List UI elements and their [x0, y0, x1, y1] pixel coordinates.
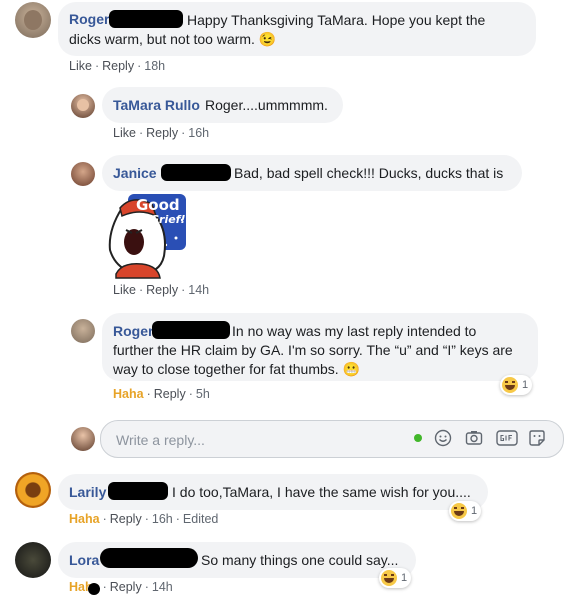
comment-actions-roger-2: Haha · Reply · 5h	[113, 387, 210, 401]
reaction-count: 1	[522, 379, 529, 391]
redacted-block	[108, 482, 168, 500]
reaction-count: 1	[401, 572, 408, 584]
redacted-block	[152, 321, 230, 339]
comment-text-janice: Bad, bad spell check!!! Ducks, ducks tha…	[234, 165, 504, 181]
timestamp[interactable]: 16h	[152, 512, 173, 526]
reply-link[interactable]: Reply	[102, 59, 134, 73]
timestamp[interactable]: 16h	[188, 126, 209, 140]
avatar-roger-2[interactable]	[71, 319, 95, 343]
comment-text-larily: I do too,TaMara, I have the same wish fo…	[172, 484, 471, 500]
author-name-janice[interactable]: Janice	[113, 164, 157, 182]
reaction-count-badge[interactable]: 1	[449, 501, 482, 521]
author-name-roger-2[interactable]: Roger	[113, 322, 153, 340]
timestamp[interactable]: 18h	[144, 59, 165, 73]
online-dot-icon	[414, 434, 422, 442]
like-link[interactable]: Like	[113, 283, 136, 297]
haha-link[interactable]: Haha	[69, 512, 100, 526]
comment-text-roger-2-line1: In no way was my last reply intended to	[232, 323, 477, 339]
comment-text-tamara: Roger....ummmmm.	[205, 97, 328, 113]
gif-icon[interactable]	[496, 429, 518, 447]
author-name-tamara[interactable]: TaMara Rullo	[113, 96, 200, 114]
comment-text-roger-2-line2: further the HR claim by GA. I'm so sorry…	[113, 342, 513, 358]
redacted-dot	[88, 583, 100, 595]
author-name-lora[interactable]: Lora	[69, 551, 99, 569]
comment-actions-tamara: Like · Reply · 16h	[113, 126, 210, 140]
comment-text-roger-2-line3-text: way to close together for fat thumbs.	[113, 361, 339, 377]
comment-actions-lora: Haha · Reply · 14h	[69, 580, 173, 594]
grimace-emoji: 😬	[342, 361, 360, 377]
redacted-block	[161, 164, 231, 181]
comment-text-roger-2-line3: way to close together for fat thumbs. 😬	[113, 360, 360, 378]
redacted-block	[109, 10, 183, 28]
reaction-count-badge[interactable]: 1	[379, 568, 412, 588]
redacted-block	[100, 548, 198, 568]
avatar-roger-1[interactable]	[15, 2, 51, 38]
reply-link[interactable]: Reply	[146, 283, 178, 297]
avatar-lora[interactable]	[15, 542, 51, 578]
reply-link[interactable]: Reply	[110, 512, 142, 526]
comment-actions-roger-1: Like · Reply · 18h	[69, 59, 166, 73]
timestamp[interactable]: 14h	[152, 580, 173, 594]
author-name-larily[interactable]: Larily	[69, 483, 106, 501]
haha-reaction-icon	[502, 377, 518, 393]
comment-actions-janice: Like · Reply · 14h	[113, 283, 210, 297]
comment-text-lora: So many things one could say...	[201, 552, 399, 568]
haha-reaction-icon	[451, 503, 467, 519]
comment-text-roger-1-line1: Happy Thanksgiving TaMara. Hope you kept…	[187, 12, 486, 28]
reaction-count: 1	[471, 505, 478, 517]
haha-reaction-icon	[381, 570, 397, 586]
sticker-icon[interactable]	[528, 429, 546, 447]
timestamp[interactable]: 14h	[188, 283, 209, 297]
emoji-icon[interactable]	[434, 429, 452, 447]
like-link[interactable]: Like	[113, 126, 136, 140]
camera-icon[interactable]	[465, 429, 483, 447]
wink-emoji: 😉	[258, 31, 277, 47]
good-grief-sticker[interactable]: Good Grief!	[102, 190, 190, 280]
reply-input-placeholder[interactable]: Write a reply...	[116, 431, 205, 449]
like-link[interactable]: Like	[69, 59, 92, 73]
comment-text-roger-1-line2: dicks warm, but not too warm. 😉	[69, 30, 276, 48]
avatar-larily[interactable]	[15, 472, 51, 508]
reply-link[interactable]: Reply	[146, 126, 178, 140]
sticker-caption-good: Good	[136, 196, 180, 214]
comment-text-roger-1-line2-text: dicks warm, but not too warm.	[69, 31, 255, 47]
edited-label[interactable]: Edited	[183, 512, 218, 526]
reply-link[interactable]: Reply	[154, 387, 186, 401]
comment-actions-larily: Haha · Reply · 16h · Edited	[69, 512, 219, 526]
reply-link[interactable]: Reply	[110, 580, 142, 594]
author-name-roger-1[interactable]: Roger	[69, 10, 109, 28]
haha-link[interactable]: Haha	[113, 387, 144, 401]
avatar-tamara[interactable]	[71, 94, 95, 118]
reaction-count-badge[interactable]: 1	[500, 375, 533, 395]
timestamp[interactable]: 5h	[196, 387, 210, 401]
avatar-janice[interactable]	[71, 162, 95, 186]
current-user-avatar	[71, 427, 95, 451]
sticker-caption-grief: Grief!	[150, 213, 186, 226]
